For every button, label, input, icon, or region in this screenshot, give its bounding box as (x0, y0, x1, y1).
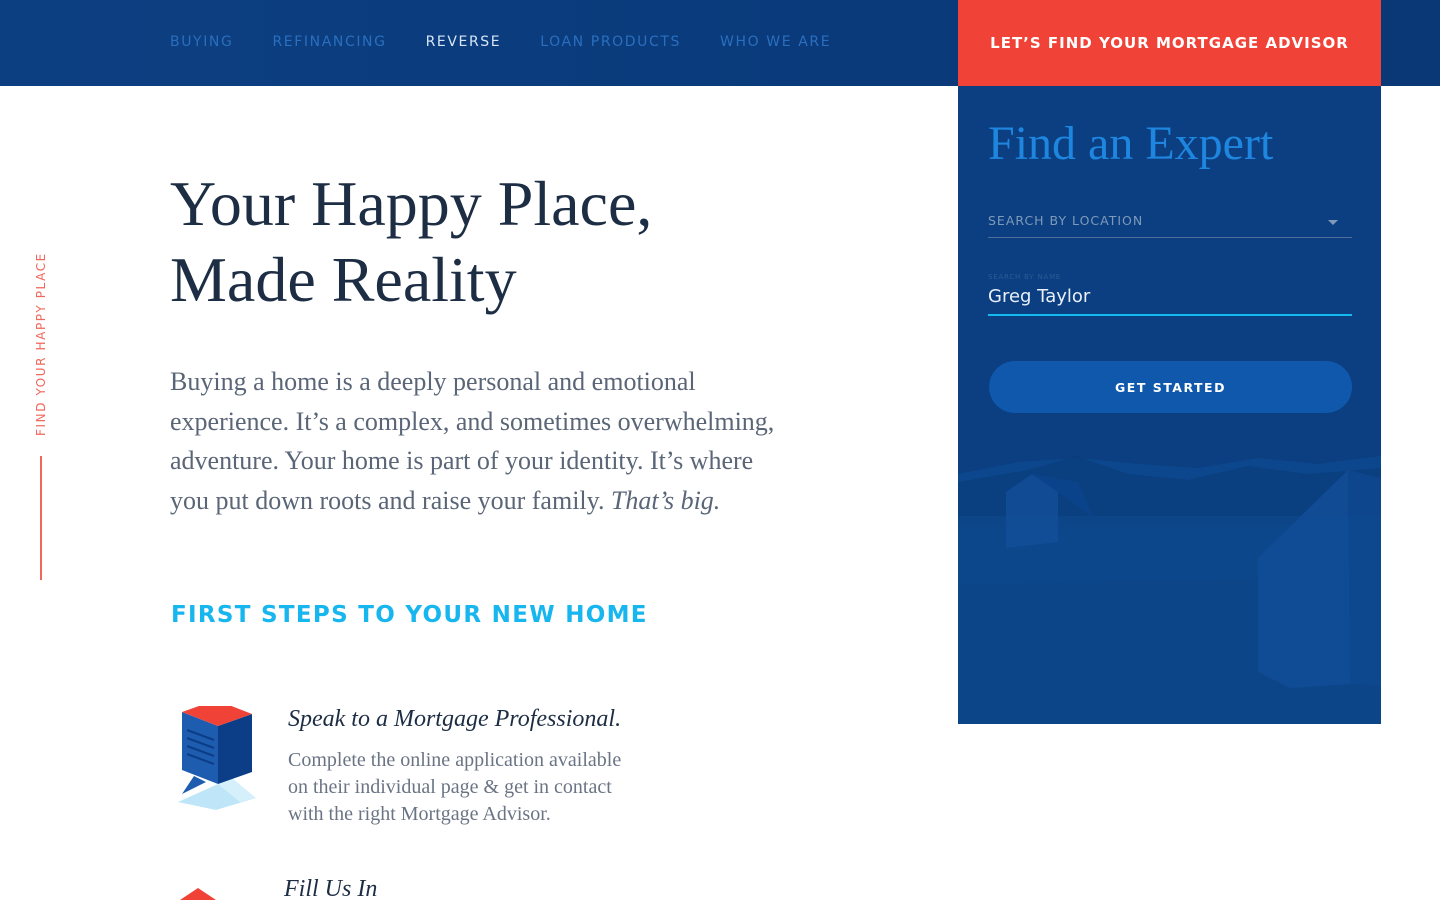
name-field-label: SEARCH BY NAME (988, 273, 1062, 281)
chevron-down-icon (1328, 220, 1338, 225)
intro-line: experience. It’s a complex, and sometime… (170, 406, 775, 436)
nav-item-loan-products[interactable]: LOAN PRODUCTS (540, 34, 681, 54)
intro-line: adventure. Your home is part of your ide… (170, 446, 754, 475)
nav-item-label: REFINANCING (272, 34, 387, 50)
panel-title: Find an Expert (988, 117, 1274, 170)
nav-item-label: BUYING (170, 34, 234, 50)
top-navigation-bar: BUYING REFINANCING REVERSE LOAN PRODUCTS… (0, 0, 1440, 86)
find-expert-panel: Find an Expert SEARCH BY LOCATION SEARCH… (958, 86, 1381, 724)
page-title-line: Made Reality (170, 244, 517, 315)
side-label: FIND YOUR HAPPY PLACE (34, 240, 50, 440)
location-placeholder: SEARCH BY LOCATION (988, 213, 1144, 228)
intro-line: Buying a home is a deeply personal and e… (170, 367, 696, 396)
intro-emphasis: That’s big. (610, 485, 721, 515)
nav-item-reverse[interactable]: REVERSE (412, 34, 510, 56)
step-description: Complete the online application availabl… (288, 747, 708, 828)
nav-item-who-we-are[interactable]: WHO WE ARE (720, 34, 831, 54)
nav-item-buying[interactable]: BUYING (170, 34, 233, 54)
name-search-input[interactable]: Greg Taylor (988, 286, 1352, 316)
get-started-button[interactable]: GET STARTED (989, 361, 1352, 413)
intro-line-last: you put down roots and raise your family… (170, 481, 870, 521)
page-title: Your Happy Place, Made Reality (170, 166, 870, 318)
intro-paragraph: Buying a home is a deeply personal and e… (170, 362, 870, 520)
side-label-text: FIND YOUR HAPPY PLACE (34, 252, 48, 436)
steps-heading: FIRST STEPS TO YOUR NEW HOME (171, 602, 648, 628)
step-title: Speak to a Mortgage Professional. (288, 706, 622, 732)
main-nav: BUYING REFINANCING REVERSE LOAN PRODUCTS… (170, 34, 870, 56)
intro-line: you put down roots and raise your family… (170, 485, 611, 515)
step-description-line: with the right Mortgage Advisor. (288, 803, 551, 825)
nav-item-label: REVERSE (425, 34, 502, 50)
nav-item-label: LOAN PRODUCTS (540, 34, 682, 50)
name-search-value: Greg Taylor (988, 286, 1091, 307)
location-select[interactable]: SEARCH BY LOCATION (988, 212, 1352, 238)
nav-item-refinancing[interactable]: REFINANCING (272, 34, 386, 54)
side-divider-line (40, 456, 42, 580)
step-description-line: on their individual page & get in contac… (288, 776, 612, 798)
step-description-line: Complete the online application availabl… (288, 749, 622, 771)
find-advisor-button[interactable]: LET’S FIND YOUR MORTGAGE ADVISOR (958, 0, 1381, 86)
document-icon (180, 888, 216, 900)
page-title-line: Your Happy Place, (170, 168, 653, 239)
chat-bubble-icon (178, 706, 256, 810)
nav-item-label: WHO WE ARE (720, 34, 832, 50)
step-title: Fill Us In (284, 876, 378, 900)
